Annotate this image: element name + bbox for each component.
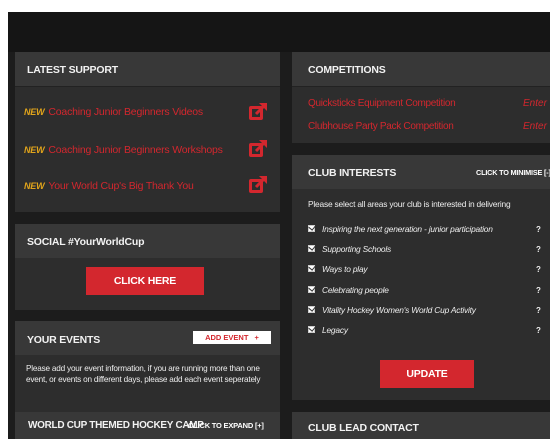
check-icon bbox=[308, 283, 317, 292]
social-title: SOCIAL #YourWorldCup bbox=[15, 224, 280, 258]
external-link-icon[interactable] bbox=[248, 139, 268, 159]
support-item-2[interactable]: NEW Coaching Junior Beginners Workshops bbox=[24, 144, 223, 156]
support-item-1[interactable]: NEW Coaching Junior Beginners Videos bbox=[24, 106, 203, 118]
checkbox[interactable] bbox=[308, 283, 317, 293]
interest-option[interactable]: Celebrating people ? bbox=[296, 283, 550, 297]
checkbox[interactable] bbox=[308, 323, 317, 333]
add-event-button[interactable]: ADD EVENT + bbox=[193, 331, 271, 344]
interest-option[interactable]: Inspiring the next generation - junior p… bbox=[296, 222, 550, 236]
interest-option[interactable]: Legacy ? bbox=[296, 323, 550, 337]
interest-label: Legacy bbox=[322, 325, 348, 335]
help-icon[interactable]: ? bbox=[536, 286, 541, 295]
interest-option[interactable]: Vitality Hockey Women's World Cup Activi… bbox=[296, 303, 550, 317]
checkbox[interactable] bbox=[308, 242, 317, 252]
support-item-label[interactable]: Coaching Junior Beginners Workshops bbox=[48, 144, 223, 156]
help-icon[interactable]: ? bbox=[536, 225, 541, 234]
divider bbox=[292, 86, 550, 87]
competition-enter-1[interactable]: Enter bbox=[523, 98, 547, 109]
interest-option[interactable]: Ways to play ? bbox=[296, 262, 550, 276]
new-badge: NEW bbox=[24, 181, 45, 191]
interest-label: Supporting Schools bbox=[322, 244, 392, 254]
help-icon[interactable]: ? bbox=[536, 326, 541, 335]
help-icon[interactable]: ? bbox=[536, 265, 541, 274]
help-icon[interactable]: ? bbox=[536, 245, 541, 254]
minimise-toggle[interactable]: CLICK TO MINIMISE [-] bbox=[476, 168, 550, 177]
page: LATEST SUPPORT NEW Coaching Junior Beginn… bbox=[0, 0, 550, 439]
competition-link-2[interactable]: Clubhouse Party Pack Competition bbox=[308, 121, 454, 132]
check-icon bbox=[308, 242, 317, 251]
checkbox[interactable] bbox=[308, 303, 317, 313]
support-item-3[interactable]: NEW Your World Cup's Big Thank You bbox=[24, 180, 194, 192]
interest-label: Celebrating people bbox=[322, 285, 389, 295]
plus-icon: + bbox=[254, 333, 259, 342]
support-item-label[interactable]: Coaching Junior Beginners Videos bbox=[48, 106, 203, 118]
check-icon bbox=[308, 262, 317, 271]
latest-support-title: LATEST SUPPORT bbox=[15, 52, 280, 86]
interest-option[interactable]: Supporting Schools ? bbox=[296, 242, 550, 256]
club-lead-contact-panel: CLUB LEAD CONTACT bbox=[292, 412, 550, 439]
interest-label: Ways to play bbox=[322, 264, 368, 274]
checkbox[interactable] bbox=[308, 222, 317, 232]
new-badge: NEW bbox=[24, 145, 45, 155]
expand-toggle[interactable]: CLICK TO EXPAND [+] bbox=[188, 421, 264, 430]
interest-label: Vitality Hockey Women's World Cup Activi… bbox=[322, 305, 476, 315]
add-event-label: ADD EVENT bbox=[205, 333, 249, 342]
checkbox[interactable] bbox=[308, 262, 317, 272]
event-title: WORLD CUP THEMED HOCKEY CAMP bbox=[28, 420, 204, 431]
check-icon bbox=[308, 303, 317, 312]
events-description: Please add your event information, if yo… bbox=[26, 364, 261, 384]
club-interests-intro: Please select all areas your club is int… bbox=[308, 199, 511, 209]
help-icon[interactable]: ? bbox=[536, 306, 541, 315]
competition-link-1[interactable]: Quicksticks Equipment Competition bbox=[308, 98, 456, 109]
top-bar bbox=[8, 12, 550, 52]
club-lead-contact-title: CLUB LEAD CONTACT bbox=[292, 412, 550, 439]
social-click-here-button[interactable]: CLICK HERE bbox=[86, 267, 204, 295]
competition-enter-2[interactable]: Enter bbox=[523, 121, 547, 132]
divider bbox=[15, 86, 280, 87]
external-link-icon[interactable] bbox=[248, 102, 268, 122]
check-icon bbox=[308, 323, 317, 332]
competitions-title: COMPETITIONS bbox=[292, 52, 550, 86]
support-item-label[interactable]: Your World Cup's Big Thank You bbox=[48, 180, 193, 192]
interest-label: Inspiring the next generation - junior p… bbox=[322, 224, 493, 234]
external-link-icon[interactable] bbox=[248, 175, 268, 195]
new-badge: NEW bbox=[24, 107, 45, 117]
update-button[interactable]: UPDATE bbox=[380, 360, 474, 388]
interest-list: Inspiring the next generation - junior p… bbox=[296, 222, 550, 342]
check-icon bbox=[308, 222, 317, 231]
